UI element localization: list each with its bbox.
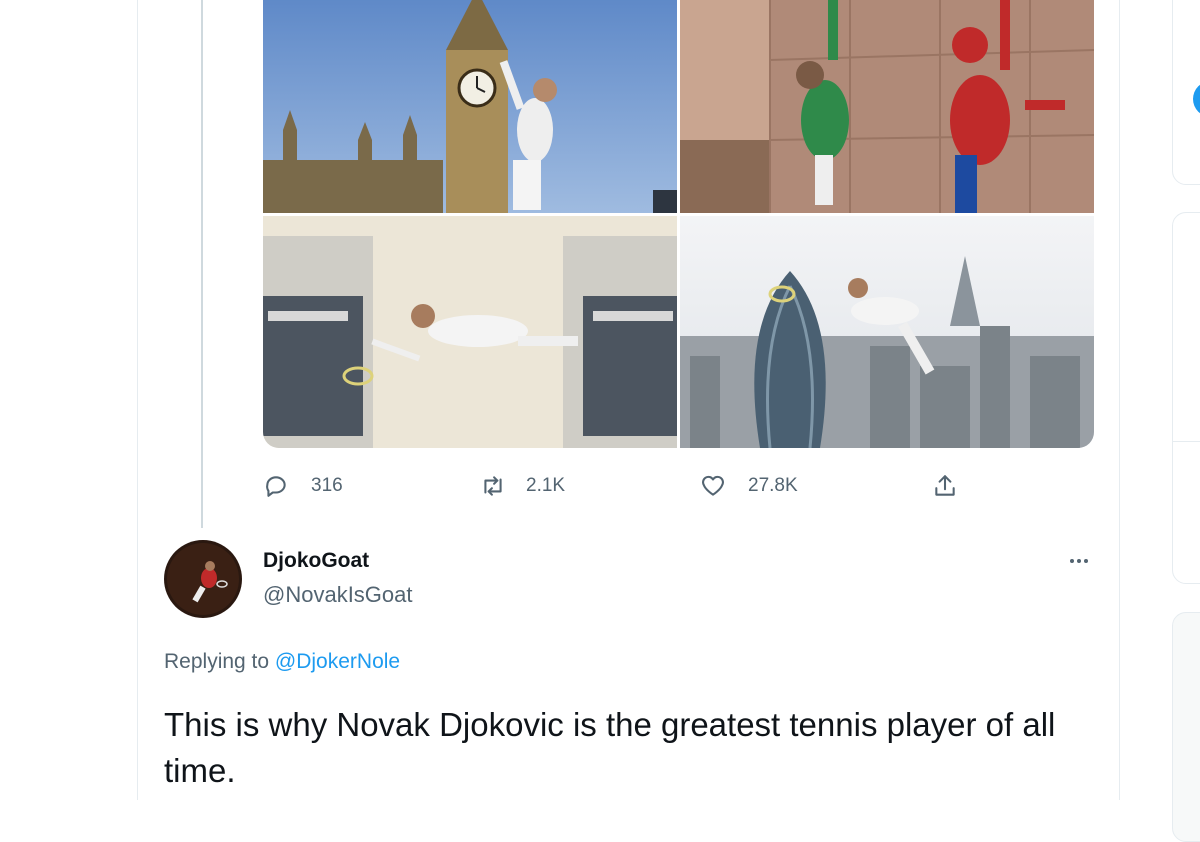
retweet-count: 2.1K <box>526 475 566 496</box>
retweet-button[interactable]: 2.1K <box>480 470 565 502</box>
replying-to-link[interactable]: @DjokerNole <box>275 650 400 673</box>
like-icon <box>702 475 724 496</box>
retweet-icon <box>484 476 502 496</box>
more-options-button[interactable] <box>1063 549 1095 573</box>
reply-icon <box>266 476 286 497</box>
sidebar-card-top <box>1172 0 1200 185</box>
avatar[interactable] <box>164 540 242 618</box>
sidebar-card-middle <box>1172 212 1200 654</box>
sidebar-card-bottom <box>1172 612 1200 842</box>
media-image-truck-split[interactable] <box>263 216 677 448</box>
like-count: 27.8K <box>748 475 798 496</box>
share-button[interactable] <box>932 470 958 502</box>
tweet-text: This is why Novak Djokovic is the greate… <box>164 706 1056 789</box>
user-handle[interactable]: @NovakIsGoat <box>263 582 413 608</box>
media-image-spiderman-climb[interactable] <box>680 0 1094 213</box>
tweet-media-grid <box>263 0 1094 448</box>
like-button[interactable]: 27.8K <box>700 470 798 502</box>
reply-count: 316 <box>311 475 343 496</box>
display-name[interactable]: DjokoGoat <box>263 549 369 573</box>
sidebar-avatar-partial[interactable] <box>1193 81 1200 117</box>
reply-button[interactable]: 316 <box>263 470 343 502</box>
share-icon <box>935 475 955 496</box>
thread-connector-line <box>201 0 203 528</box>
replying-prefix: Replying to <box>164 650 275 673</box>
more-icon <box>1070 559 1074 563</box>
divider <box>1173 441 1200 442</box>
media-image-gherkin-skyline[interactable] <box>680 216 1094 448</box>
media-image-big-ben[interactable] <box>263 0 677 213</box>
more-icon-dot <box>1077 559 1081 563</box>
more-icon-dot <box>1084 559 1088 563</box>
replying-to-line: Replying to @DjokerNole <box>164 650 400 674</box>
